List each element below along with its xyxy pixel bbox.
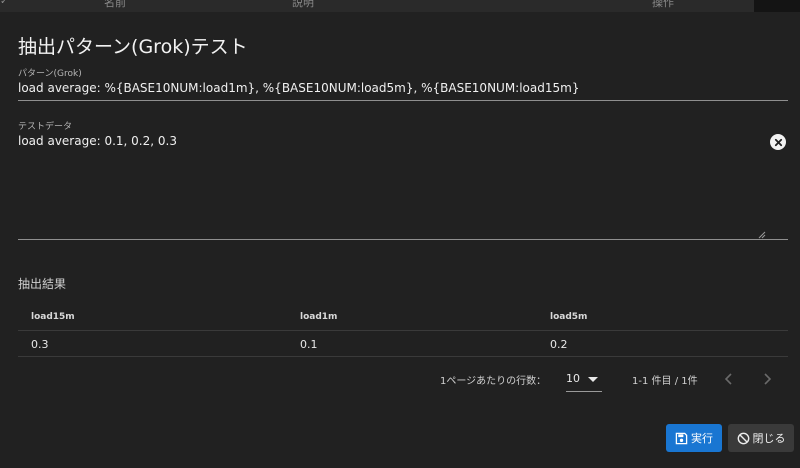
pattern-input[interactable]: load average: %{BASE10NUM:load1m}, %{BAS… — [18, 81, 579, 95]
pattern-input-underline — [18, 100, 788, 101]
resize-grip-icon[interactable] — [758, 231, 766, 239]
result-cell: 0.1 — [300, 338, 318, 351]
run-button-label: 実行 — [691, 432, 713, 445]
grok-test-dialog: 抽出パターン(Grok)テスト パターン(Grok) load average:… — [0, 12, 800, 468]
rows-per-page-label: 1ページあたりの行数： — [440, 376, 547, 387]
background-header-corner — [754, 0, 800, 12]
rows-per-page-select[interactable]: 10 — [566, 370, 602, 392]
pattern-field-label: パターン(Grok) — [18, 69, 82, 79]
floppy-disk-icon — [675, 432, 688, 444]
test-data-underline — [18, 239, 788, 240]
background-checkbox-icon: ✓ — [0, 0, 9, 7]
result-cell: 0.2 — [550, 338, 568, 351]
close-button[interactable]: 閉じる — [728, 424, 794, 452]
rows-per-page-value: 10 — [566, 372, 580, 385]
result-row-divider — [18, 356, 788, 357]
pagination-range: 1-1 件目 / 1件 — [632, 376, 698, 387]
run-button[interactable]: 実行 — [666, 424, 722, 452]
background-table-header: ✓ 名前 説明 操作 — [0, 0, 800, 12]
background-column-actions: 操作 — [652, 0, 674, 9]
clear-icon[interactable] — [770, 134, 786, 150]
background-column-description: 説明 — [292, 0, 314, 9]
result-cell: 0.3 — [31, 338, 49, 351]
test-data-field-label: テストデータ — [18, 122, 73, 132]
block-icon — [737, 432, 749, 444]
test-data-textarea[interactable]: load average: 0.1, 0.2, 0.3 — [18, 134, 177, 148]
close-button-label: 閉じる — [752, 432, 786, 445]
result-column-header: load1m — [300, 312, 338, 322]
result-section-label: 抽出結果 — [18, 277, 67, 291]
chevron-right-icon[interactable] — [760, 372, 774, 386]
result-column-header: load15m — [31, 312, 75, 322]
result-column-header: load5m — [550, 312, 588, 322]
caret-down-icon — [588, 377, 598, 382]
dialog-title: 抽出パターン(Grok)テスト — [18, 36, 248, 58]
result-header-divider — [18, 330, 788, 331]
background-column-name: 名前 — [104, 0, 126, 9]
chevron-left-icon[interactable] — [722, 372, 736, 386]
